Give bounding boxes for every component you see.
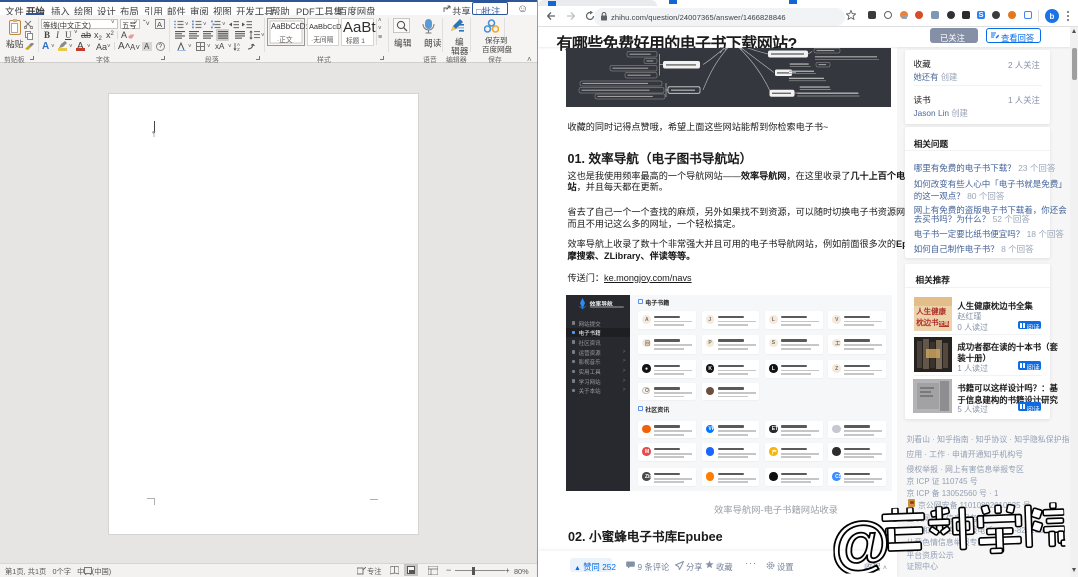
svg-text:Z: Z xyxy=(237,47,240,51)
